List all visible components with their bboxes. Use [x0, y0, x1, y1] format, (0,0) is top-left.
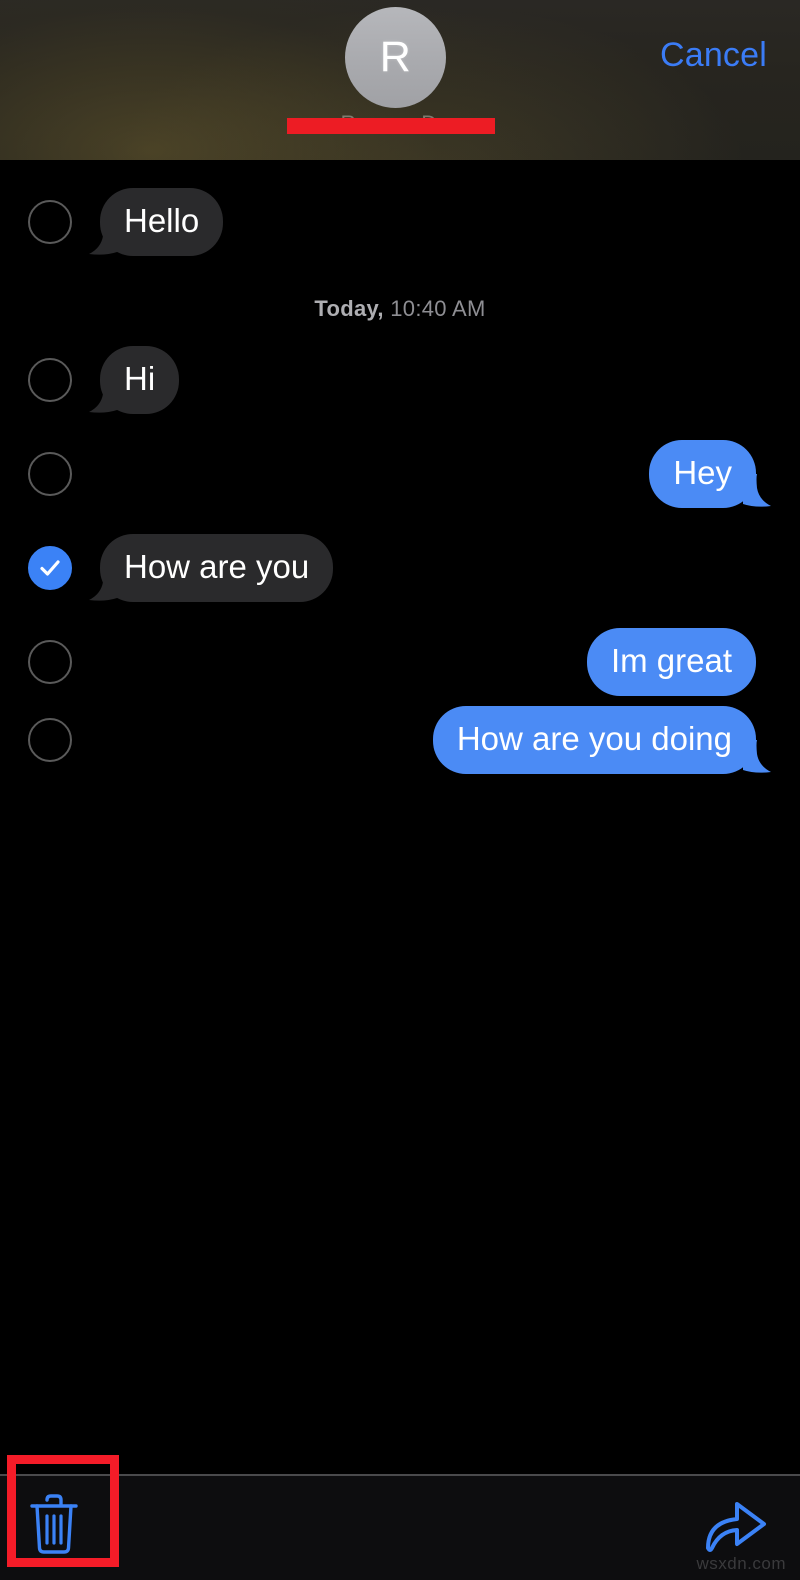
message-bubble[interactable]: Im great	[586, 628, 756, 697]
forward-button[interactable]	[704, 1494, 768, 1554]
avatar-letter: R	[379, 33, 412, 81]
bubble-tail-icon	[743, 474, 773, 508]
bubble-tail-icon	[87, 222, 117, 256]
bubble-tail-icon	[87, 568, 117, 602]
watermark: wsxdn.com	[696, 1554, 786, 1573]
redaction-bar	[287, 118, 495, 134]
message-bubble[interactable]: How are you doing	[432, 706, 756, 775]
message-select-checkbox[interactable]	[28, 546, 72, 590]
cancel-button[interactable]: Cancel	[660, 36, 767, 75]
message-bubble[interactable]: Hello	[100, 188, 224, 257]
messages-selection-screen: R Roanna Dev Cancel Hello Today, 10:40 A…	[0, 0, 800, 1580]
forward-arrow-icon	[706, 1502, 766, 1552]
trash-icon	[30, 1494, 78, 1554]
avatar[interactable]: R	[345, 7, 446, 108]
thread-timestamp: Today, 10:40 AM	[0, 296, 800, 322]
bubble-tail-icon	[743, 740, 773, 774]
message-bubble[interactable]: How are you	[100, 534, 334, 603]
action-toolbar: wsxdn.com	[0, 1474, 800, 1580]
message-select-checkbox[interactable]	[28, 718, 72, 762]
message-select-checkbox[interactable]	[28, 640, 72, 684]
conversation-header: R Roanna Dev Cancel	[0, 0, 800, 162]
delete-button[interactable]	[26, 1491, 82, 1557]
timestamp-day: Today,	[314, 296, 384, 321]
timestamp-time: 10:40 AM	[390, 296, 486, 321]
message-select-checkbox[interactable]	[28, 358, 72, 402]
message-select-checkbox[interactable]	[28, 200, 72, 244]
message-bubble[interactable]: Hey	[649, 440, 756, 509]
bubble-tail-icon	[87, 380, 117, 414]
message-select-checkbox[interactable]	[28, 452, 72, 496]
message-thread: Hello Today, 10:40 AM Hi Hey How are you…	[0, 162, 800, 1474]
